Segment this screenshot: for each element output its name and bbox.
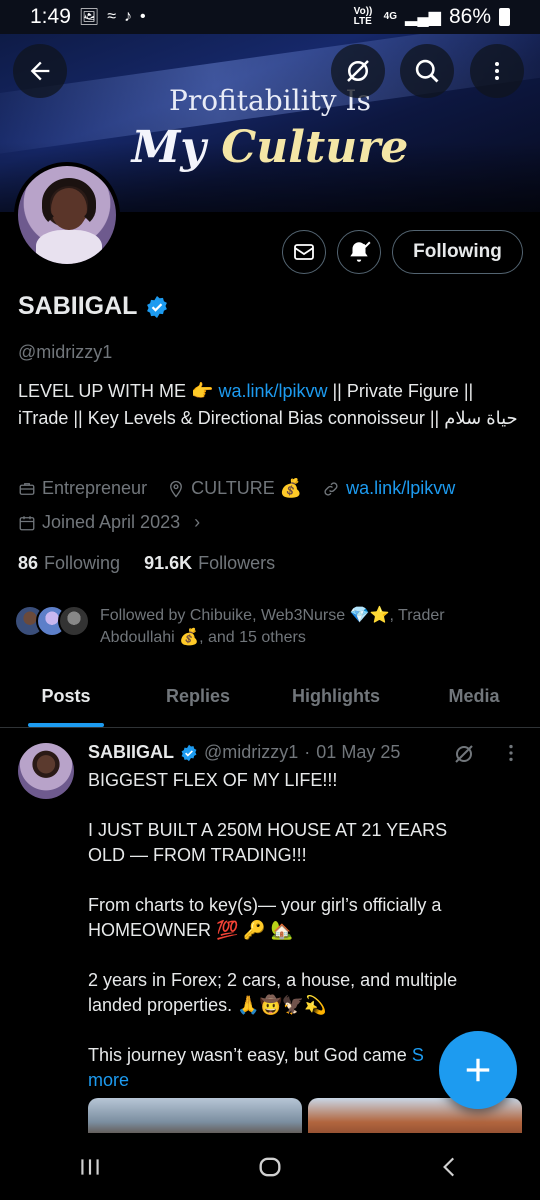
tab-media[interactable]: Media — [408, 672, 540, 727]
post-author-avatar[interactable] — [18, 743, 74, 799]
grok-icon — [455, 745, 473, 763]
profile-website[interactable]: wa.link/lpikvw — [322, 478, 455, 499]
home-icon[interactable] — [256, 1153, 284, 1181]
recent-apps-icon[interactable] — [77, 1154, 103, 1180]
calendar-icon — [19, 515, 35, 530]
follow-counts: 86 Following 91.6K Followers — [18, 553, 275, 574]
grok-icon — [347, 60, 369, 82]
profile-name: SABIIGAL — [18, 292, 169, 321]
plus-icon — [466, 1058, 490, 1082]
envelope-icon — [294, 244, 314, 260]
profile-bio: LEVEL UP WITH ME 👉 wa.link/lpikvw || Pri… — [18, 381, 518, 428]
profile-tabs: Posts Replies Highlights Media — [0, 672, 540, 728]
search-icon — [415, 59, 439, 83]
profile-meta-row-1: Entrepreneur CULTURE 💰 wa.link/lpikvw — [18, 478, 475, 499]
banner-line-1: Profitability Is — [169, 84, 371, 117]
location-pin-icon — [170, 480, 183, 498]
followed-by[interactable]: Followed by Chibuike, Web3Nurse 💎⭐, Trad… — [14, 605, 524, 649]
system-nav-bar — [0, 1133, 540, 1200]
profile-joined: Joined April 2023 — [42, 512, 181, 532]
profile-category: Entrepreneur — [18, 478, 147, 499]
clock: 1:49 — [30, 5, 71, 28]
post-image-1[interactable] — [88, 1098, 302, 1138]
notifications-button[interactable] — [337, 230, 381, 274]
link-icon — [324, 481, 338, 496]
following-count-link[interactable]: 86 Following — [18, 553, 120, 574]
post-text: BIGGEST FLEX OF MY LIFE!!! I JUST BUILT … — [88, 770, 458, 1090]
chevron-right-icon: › — [194, 512, 201, 532]
show-more-link-cont[interactable]: more — [88, 1070, 129, 1090]
profile-joined-row[interactable]: Joined April 2023 › — [18, 512, 220, 533]
back-nav-icon[interactable] — [437, 1154, 463, 1180]
post-date: 01 May 25 — [316, 742, 401, 762]
tab-replies[interactable]: Replies — [132, 672, 264, 727]
volte-indicator: Vo)) LTE — [353, 6, 373, 27]
message-button[interactable] — [282, 230, 326, 274]
battery-percent: 86% — [448, 5, 491, 28]
tab-highlights[interactable]: Highlights — [264, 672, 408, 727]
verified-badge-icon — [181, 744, 197, 761]
followers-count-link[interactable]: 91.6K Followers — [144, 553, 275, 574]
profile-avatar[interactable] — [14, 162, 120, 268]
more-options-button[interactable] — [470, 44, 524, 98]
image-icon: 🖼 — [78, 9, 100, 26]
tab-posts[interactable]: Posts — [0, 672, 132, 727]
search-button[interactable] — [400, 44, 454, 98]
signal-icon: ▂▄▆ — [405, 9, 441, 26]
bio-link[interactable]: wa.link/lpikvw — [218, 381, 327, 401]
post-more-button[interactable] — [500, 742, 522, 769]
verified-badge-icon — [147, 295, 168, 318]
bell-check-icon — [350, 241, 371, 262]
dot-icon: • — [139, 8, 146, 25]
profile-handle: @midrizzy1 — [18, 342, 113, 362]
grok-button[interactable] — [331, 44, 385, 98]
post-grok-button[interactable] — [452, 742, 476, 771]
post-author-name[interactable]: SABIIGAL — [88, 742, 174, 763]
arrow-left-icon — [30, 61, 50, 81]
network-type: 4G — [383, 11, 398, 22]
compose-post-button[interactable] — [439, 1031, 517, 1109]
status-bar: 1:49 🖼 ≈ ♪ • Vo)) LTE 4G ▂▄▆ 86% — [0, 0, 540, 34]
tiktok-icon: ♪ — [123, 8, 132, 25]
battery-icon — [499, 8, 510, 26]
more-vertical-icon — [495, 62, 499, 80]
post-author-handle: @midrizzy1 — [204, 742, 299, 762]
briefcase-icon — [19, 482, 35, 495]
avatar — [58, 605, 90, 637]
back-button[interactable] — [13, 44, 67, 98]
show-more-link[interactable]: S — [412, 1045, 424, 1065]
followed-by-text: Followed by Chibuike, Web3Nurse 💎⭐, Trad… — [100, 607, 445, 646]
following-button[interactable]: Following — [392, 230, 523, 274]
signal-dots-icon: ≈ — [107, 8, 116, 25]
more-vertical-icon — [509, 744, 513, 762]
followed-by-avatars — [14, 605, 90, 649]
post-header: SABIIGAL @midrizzy1 · 01 May 25 — [88, 742, 401, 763]
profile-location: CULTURE 💰 — [167, 478, 302, 499]
